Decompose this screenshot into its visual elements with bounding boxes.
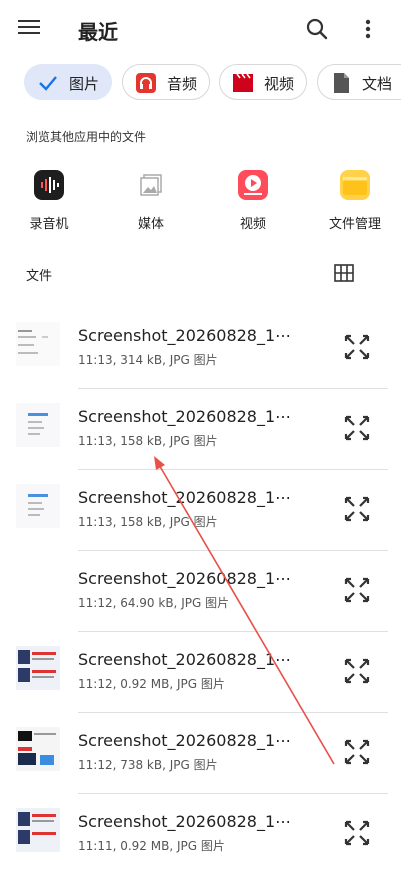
recorder-icon — [34, 170, 64, 200]
file-name: Screenshot_20260828_1⋯ — [78, 569, 292, 588]
expand-icon[interactable] — [344, 334, 370, 360]
folder-icon — [340, 170, 370, 200]
app-label: 媒体 — [137, 217, 164, 232]
chip-video[interactable]: 视频 — [219, 64, 307, 100]
app-label: 录音机 — [29, 217, 69, 232]
file-row[interactable]: Screenshot_20260828_1⋯ 11:13, 314 kB, JP… — [0, 308, 401, 389]
app-label: 文件管理 — [328, 217, 381, 232]
chip-label: 视频 — [264, 75, 295, 93]
file-name: Screenshot_20260828_1⋯ — [78, 650, 292, 669]
app-video[interactable]: 视频 — [213, 168, 293, 238]
app-media[interactable]: 媒体 — [111, 168, 191, 238]
file-meta: 11:13, 158 kB, JPG 图片 — [78, 515, 218, 529]
more-options-icon[interactable] — [358, 16, 378, 42]
clapper-icon — [232, 72, 254, 94]
file-row[interactable]: Screenshot_20260828_1⋯ 11:11, 0.92 MB, J… — [0, 794, 401, 875]
headphones-icon — [135, 72, 157, 94]
chip-audio[interactable]: 音频 — [122, 64, 210, 100]
file-thumbnail — [16, 403, 60, 447]
file-meta: 11:12, 64.90 kB, JPG 图片 — [78, 596, 230, 610]
file-thumbnail — [16, 646, 60, 690]
file-thumbnail — [16, 808, 60, 852]
file-thumbnail — [16, 484, 60, 528]
file-name: Screenshot_20260828_1⋯ — [78, 731, 292, 750]
check-icon — [37, 72, 59, 94]
file-name: Screenshot_20260828_1⋯ — [78, 407, 292, 426]
filter-chips: 图片 音频 视频 文档 — [0, 64, 401, 104]
chip-images[interactable]: 图片 — [24, 64, 112, 100]
chip-label: 图片 — [69, 75, 100, 93]
file-meta: 11:13, 158 kB, JPG 图片 — [78, 434, 218, 448]
document-icon — [330, 72, 352, 94]
app-shortcuts: 录音机 媒体 视频 文件管理 — [0, 168, 401, 238]
app-file-manager[interactable]: 文件管理 — [315, 168, 395, 238]
file-thumbnail — [16, 727, 60, 771]
expand-icon[interactable] — [344, 415, 370, 441]
file-name: Screenshot_20260828_1⋯ — [78, 488, 292, 507]
page-title: 最近 — [78, 20, 118, 44]
files-section-label: 文件 — [26, 269, 53, 284]
file-row[interactable]: Screenshot_20260828_1⋯ 11:12, 0.92 MB, J… — [0, 632, 401, 713]
expand-icon[interactable] — [344, 496, 370, 522]
file-meta: 11:12, 0.92 MB, JPG 图片 — [78, 677, 225, 691]
chip-label: 音频 — [167, 75, 198, 93]
file-meta: 11:12, 738 kB, JPG 图片 — [78, 758, 218, 772]
expand-icon[interactable] — [344, 820, 370, 846]
file-row[interactable]: Screenshot_20260828_1⋯ 11:13, 158 kB, JP… — [0, 470, 401, 551]
browse-other-apps-label: 浏览其他应用中的文件 — [26, 130, 147, 144]
file-row[interactable]: Screenshot_20260828_1⋯ 11:13, 158 kB, JP… — [0, 389, 401, 470]
file-thumbnail — [16, 565, 60, 609]
expand-icon[interactable] — [344, 658, 370, 684]
search-icon[interactable] — [304, 16, 330, 42]
file-name: Screenshot_20260828_1⋯ — [78, 812, 292, 831]
file-row[interactable]: Screenshot_20260828_1⋯ 11:12, 738 kB, JP… — [0, 713, 401, 794]
file-meta: 11:11, 0.92 MB, JPG 图片 — [78, 839, 225, 853]
file-row[interactable]: Screenshot_20260828_1⋯ 11:12, 64.90 kB, … — [0, 551, 401, 632]
grid-view-icon[interactable] — [334, 264, 354, 282]
file-meta: 11:13, 314 kB, JPG 图片 — [78, 353, 218, 367]
app-recorder[interactable]: 录音机 — [9, 168, 89, 238]
chip-documents[interactable]: 文档 — [317, 64, 401, 100]
expand-icon[interactable] — [344, 577, 370, 603]
top-app-bar: 最近 — [0, 0, 401, 60]
gallery-icon — [136, 170, 166, 200]
file-thumbnail — [16, 322, 60, 366]
file-name: Screenshot_20260828_1⋯ — [78, 326, 292, 345]
app-label: 视频 — [239, 217, 266, 232]
menu-icon[interactable] — [16, 16, 42, 42]
expand-icon[interactable] — [344, 739, 370, 765]
video-app-icon — [238, 170, 268, 200]
chip-label: 文档 — [362, 75, 393, 93]
